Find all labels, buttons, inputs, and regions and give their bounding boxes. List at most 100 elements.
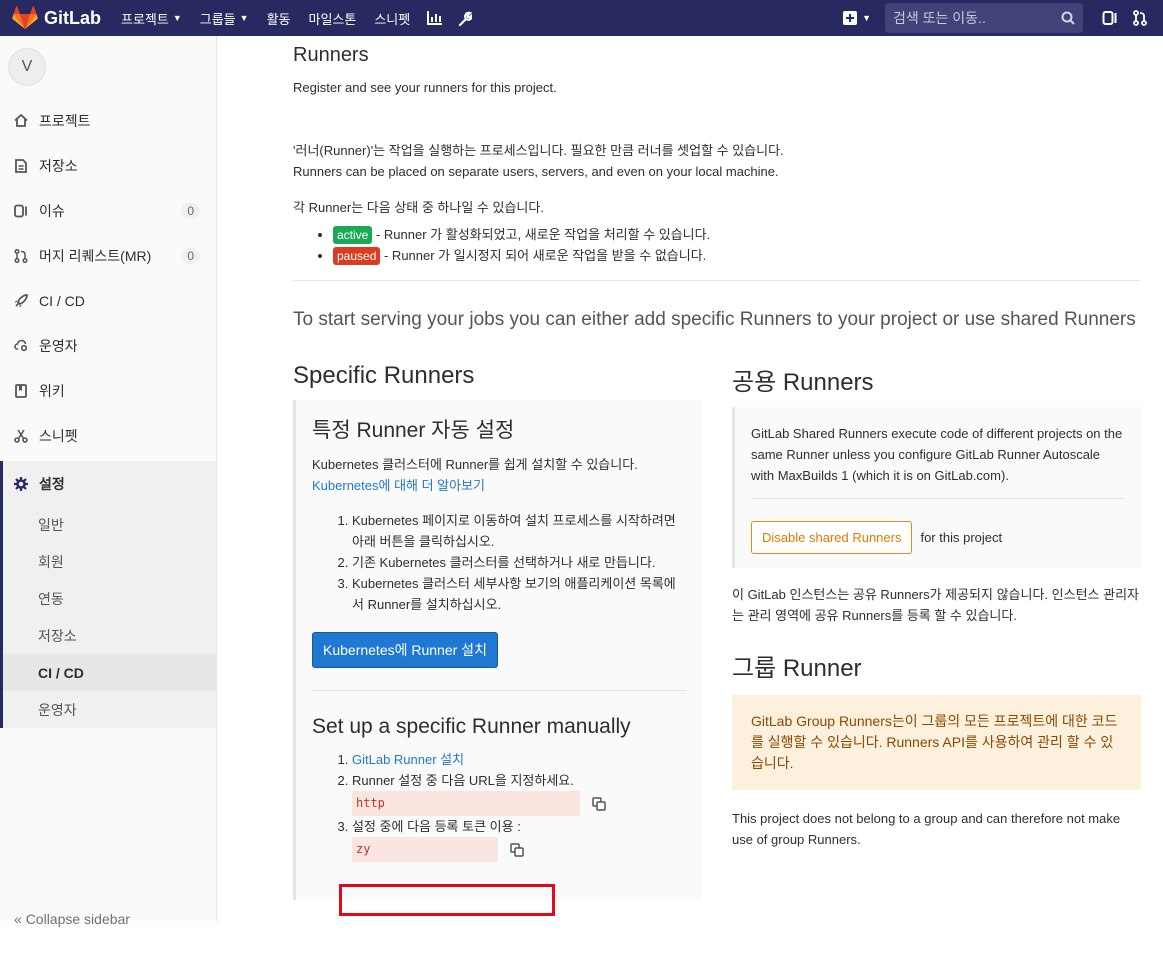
intro-text: Register and see your runners for this p…: [293, 80, 557, 95]
divider: [312, 690, 686, 691]
chart-icon[interactable]: [419, 0, 449, 36]
nav-projects-label: 프로젝트: [121, 11, 169, 27]
runner-placement: Runners can be placed on separate users,…: [293, 164, 779, 179]
auto-setup-steps: Kubernetes 페이지로 이동하여 설치 프로세스를 시작하려면 아래 버…: [312, 510, 686, 615]
sidebar-item-ci-cd[interactable]: CI / CD: [0, 278, 216, 323]
group-runners-heading: 그룹 Runner: [732, 655, 862, 682]
highlight-box: [339, 884, 555, 916]
sidebar-item-label: 스니펫: [39, 427, 78, 444]
project-avatar-row: V: [0, 36, 216, 98]
gear-icon: [13, 476, 29, 492]
list-item: 기존 Kubernetes 클러스터를 선택하거나 새로 만듭니다.: [352, 552, 686, 573]
sidebar-item-issues[interactable]: 이슈 0: [0, 188, 216, 233]
plus-square-icon: [843, 11, 858, 25]
nav-activity-label: 활동: [266, 11, 291, 27]
nav-groups-label: 그룹들: [199, 11, 236, 27]
main-content: Runners Register and see your runners fo…: [293, 36, 1141, 962]
list-item: active - Runner 가 활성화되었고, 새로운 작업을 처리할 수 …: [333, 224, 1141, 245]
auto-setup-description: Kubernetes 클러스터에 Runner를 쉽게 설치할 수 있습니다.: [312, 457, 638, 472]
nav-activity[interactable]: 활동: [258, 0, 300, 36]
manual-step-text: Runner 설정 중 다음 URL을 지정하세요.: [352, 773, 574, 788]
sidebar-subitem-operations[interactable]: 운영자: [3, 691, 216, 728]
double-chevron-left-icon: «: [14, 911, 22, 927]
search-input[interactable]: [893, 10, 1053, 26]
sidebar-item-label: 머지 리퀘스트(MR): [39, 247, 152, 264]
merge-request-icon[interactable]: [1125, 0, 1155, 36]
collapse-sidebar-button[interactable]: « Collapse sidebar: [0, 911, 130, 931]
disable-shared-runners-button[interactable]: Disable shared Runners: [751, 521, 913, 554]
nav-snippets-label: 스니펫: [374, 11, 411, 27]
search-icon: [1061, 11, 1075, 25]
issues-icon: [13, 203, 29, 219]
nav-milestones-label: 마일스톤: [308, 11, 357, 27]
registration-token: zy: [352, 837, 498, 862]
state-description: - Runner 가 활성화되었고, 새로운 작업을 처리할 수 있습니다.: [372, 227, 711, 242]
runner-states-list: active - Runner 가 활성화되었고, 새로운 작업을 처리할 수 …: [293, 224, 1141, 266]
state-description: - Runner 가 일시정지 되어 새로운 작업을 받을 수 없습니다.: [380, 248, 707, 263]
chevron-down-icon: ▼: [172, 13, 182, 23]
wrench-icon[interactable]: [449, 0, 479, 36]
runner-states-intro: 각 Runner는 다음 상태 중 하나일 수 있습니다.: [293, 200, 544, 215]
cloud-gear-icon: [13, 338, 29, 354]
auto-setup-heading: 특정 Runner 자동 설정: [312, 419, 515, 442]
merge-requests-count-badge: 0: [181, 247, 200, 264]
sidebar-subitem-integrations[interactable]: 연동: [3, 580, 216, 617]
merge-request-icon: [13, 248, 29, 264]
copy-url-button[interactable]: [591, 796, 606, 811]
issues-icon[interactable]: [1095, 0, 1125, 36]
project-sidebar: V 프로젝트 저장소 이슈 0 머지 리퀘스트(MR) 0 CI / CD 운영…: [0, 36, 217, 927]
sidebar-item-label: 위키: [39, 382, 65, 399]
disable-shared-row: Disable shared Runners for this project: [751, 521, 1125, 554]
nav-snippets[interactable]: 스니펫: [365, 0, 419, 36]
copy-token-button[interactable]: [509, 842, 524, 857]
sidebar-item-wiki[interactable]: 위키: [0, 368, 216, 413]
book-icon: [13, 383, 29, 399]
sidebar-subitem-ci-cd[interactable]: CI / CD: [3, 654, 216, 691]
shared-runners-heading: 공용 Runners: [732, 369, 874, 396]
group-runners-note: This project does not belong to a group …: [732, 811, 1121, 847]
runners-columns: Specific Runners 특정 Runner 자동 설정 Kuberne…: [293, 362, 1141, 962]
avatar[interactable]: V: [8, 48, 46, 86]
doc-icon: [13, 158, 29, 174]
status-badge-paused: paused: [333, 247, 381, 265]
shared-runners-column: 공용 Runners GitLab Shared Runners execute…: [732, 362, 1141, 850]
list-item: Kubernetes 클러스터 세부사항 보기의 애플리케이션 목록에서 Run…: [352, 573, 686, 615]
sidebar-item-label: 프로젝트: [39, 112, 91, 129]
sidebar-item-operations[interactable]: 운영자: [0, 323, 216, 368]
list-item: Runner 설정 중 다음 URL을 지정하세요. http: [352, 770, 686, 816]
install-gitlab-runner-link[interactable]: GitLab Runner 설치: [352, 752, 464, 767]
kubernetes-learn-more-link[interactable]: Kubernetes에 대해 더 알아보기: [312, 478, 485, 493]
gitlab-logo-icon: [12, 6, 38, 29]
sidebar-item-label: 운영자: [39, 337, 78, 354]
nav-projects[interactable]: 프로젝트 ▼: [112, 0, 191, 36]
sidebar-item-merge-requests[interactable]: 머지 리퀘스트(MR) 0: [0, 233, 216, 278]
sidebar-subitem-general[interactable]: 일반: [3, 506, 216, 543]
gitlab-home-link[interactable]: GitLab: [0, 6, 112, 30]
specific-runners-panel: 특정 Runner 자동 설정 Kubernetes 클러스터에 Runner를…: [293, 400, 702, 900]
scissors-icon: [13, 428, 29, 444]
sidebar-settings-section: 설정 일반 회원 연동 저장소 CI / CD 운영자: [0, 461, 216, 728]
sidebar-item-repository[interactable]: 저장소: [0, 143, 216, 188]
sidebar-subitem-members[interactable]: 회원: [3, 543, 216, 580]
rocket-icon: [13, 293, 29, 309]
sidebar-item-settings[interactable]: 설정: [3, 461, 216, 506]
nav-groups[interactable]: 그룹들 ▼: [191, 0, 258, 36]
list-item: Kubernetes 페이지로 이동하여 설치 프로세스를 시작하려면 아래 버…: [352, 510, 686, 552]
install-runner-kubernetes-button[interactable]: Kubernetes에 Runner 설치: [312, 632, 498, 668]
manual-setup-steps: GitLab Runner 설치 Runner 설정 중 다음 URL을 지정하…: [312, 749, 686, 862]
for-this-project-text: for this project: [920, 530, 1003, 545]
shared-runners-description: GitLab Shared Runners execute code of di…: [751, 426, 1123, 483]
list-item: paused - Runner 가 일시정지 되어 새로운 작업을 받을 수 없…: [333, 245, 1141, 266]
sidebar-item-label: CI / CD: [39, 292, 85, 309]
new-item-dropdown[interactable]: ▼: [835, 11, 885, 25]
sidebar-subitem-repository[interactable]: 저장소: [3, 617, 216, 654]
shared-runners-note: 이 GitLab 인스턴스는 공유 Runners가 제공되지 않습니다. 인스…: [732, 587, 1139, 623]
page-title: Runners: [293, 44, 369, 66]
nav-milestones[interactable]: 마일스톤: [300, 0, 366, 36]
sidebar-item-label: 저장소: [39, 157, 78, 174]
issues-count-badge: 0: [181, 202, 200, 219]
search-box[interactable]: [885, 3, 1083, 33]
sidebar-item-project[interactable]: 프로젝트: [0, 98, 216, 143]
group-runners-warning: GitLab Group Runners는이 그룹의 모든 프로젝트에 대한 코…: [732, 695, 1141, 790]
sidebar-item-snippets[interactable]: 스니펫: [0, 413, 216, 458]
